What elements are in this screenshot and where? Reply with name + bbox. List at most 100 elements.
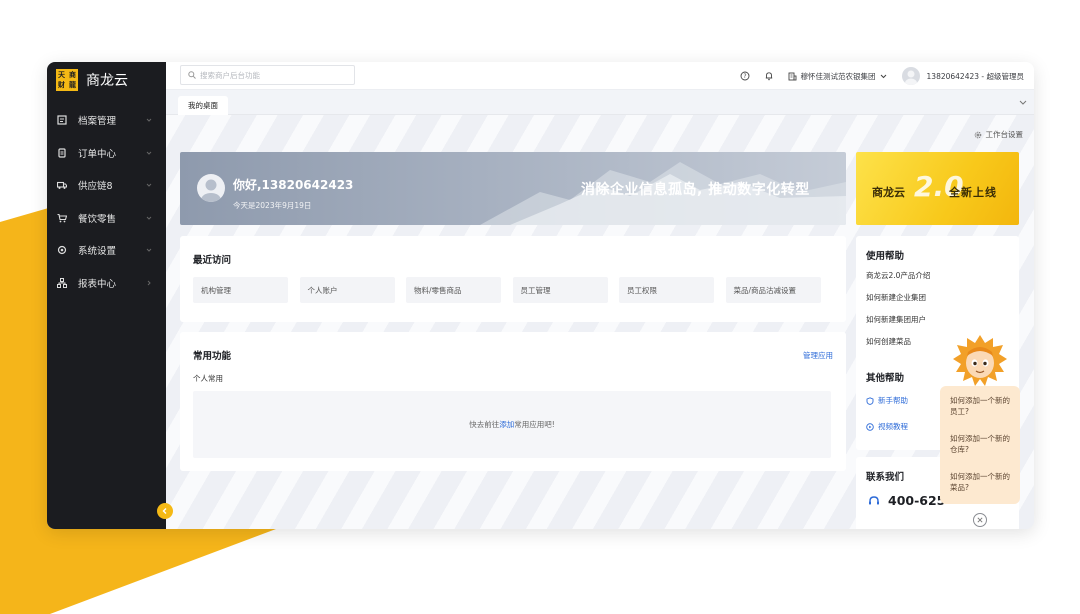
sidebar: 天商财龍 商龙云 档案管理 订单中心 供应链8 餐饮零售 系统设置 报表中心 xyxy=(47,62,166,529)
sidebar-item-label: 订单中心 xyxy=(78,148,117,160)
empty-prefix: 快去前往 xyxy=(469,420,500,429)
tab-bar: 我的桌面 xyxy=(166,90,1034,115)
workspace-settings-button[interactable]: 工作台设置 xyxy=(974,129,1024,140)
search-input[interactable] xyxy=(200,70,340,80)
empty-state: 快去前往 添加 常用应用吧! xyxy=(193,391,831,458)
beginner-help-link[interactable]: 新手帮助 xyxy=(866,395,908,406)
assistant-question[interactable]: 如何添加一个新的员工? xyxy=(950,395,1014,417)
close-icon xyxy=(977,517,983,523)
logo-mark: 天商财龍 xyxy=(56,69,78,91)
sidebar-item-supply-chain[interactable]: 供应链8 xyxy=(47,169,166,202)
gear-icon xyxy=(974,131,981,138)
chevron-down-icon xyxy=(146,248,152,252)
sidebar-item-catering-retail[interactable]: 餐饮零售 xyxy=(47,202,166,235)
assistant-questions: 如何添加一个新的员工? 如何添加一个新的仓库? 如何添加一个新的菜品? xyxy=(940,386,1020,504)
promo-tagline: 全新上线 xyxy=(949,186,997,199)
sidebar-item-label: 报表中心 xyxy=(78,278,117,290)
promo-banner[interactable]: 2.0 商龙云 全新上线 xyxy=(856,152,1019,225)
truck-icon xyxy=(57,180,67,190)
help-title: 使用帮助 xyxy=(866,251,905,262)
help-circle-icon[interactable]: ? xyxy=(740,71,750,81)
greeting-date: 今天是2023年9月19日 xyxy=(233,201,312,210)
app-window: 天商财龍 商龙云 档案管理 订单中心 供应链8 餐饮零售 系统设置 报表中心 搜… xyxy=(47,62,1034,529)
report-icon xyxy=(57,277,67,288)
user-menu[interactable]: 13820642423 - 超级管理员 xyxy=(901,67,1024,85)
sidebar-item-system-settings[interactable]: 系统设置 xyxy=(47,234,166,267)
order-icon xyxy=(57,148,67,158)
welcome-banner: 你好,13820642423 今天是2023年9月19日 消除企业信息孤岛, 推… xyxy=(180,152,846,225)
workspace-settings-label: 工作台设置 xyxy=(985,130,1024,139)
cart-icon xyxy=(57,213,67,223)
phone-number: 400-625 xyxy=(868,493,945,508)
recent-visits-list: 机构管理 个人账户 物料/零售商品 员工管理 员工权限 菜品/商品沽减设置 xyxy=(193,277,832,303)
common-functions-title: 常用功能 xyxy=(193,351,232,362)
contact-title: 联系我们 xyxy=(866,472,905,483)
chevron-down-icon xyxy=(146,118,152,122)
assistant-question[interactable]: 如何添加一个新的仓库? xyxy=(950,433,1014,455)
logo[interactable]: 天商财龍 商龙云 xyxy=(47,62,166,98)
other-help-label: 视频教程 xyxy=(878,422,908,431)
other-help-label: 新手帮助 xyxy=(878,396,908,405)
recent-item[interactable]: 物料/零售商品 xyxy=(406,277,501,303)
common-functions-card: 常用功能 管理应用 个人常用 快去前往 添加 常用应用吧! xyxy=(180,332,846,471)
recent-item[interactable]: 菜品/商品沽减设置 xyxy=(725,277,821,303)
help-link[interactable]: 如何新建集团用户 xyxy=(866,314,930,336)
chevron-left-icon xyxy=(162,508,167,514)
user-label: 13820642423 - 超级管理员 xyxy=(926,71,1024,81)
chevron-down-icon xyxy=(880,74,886,78)
manage-apps-link[interactable]: 管理应用 xyxy=(803,350,833,361)
chevron-right-icon xyxy=(147,280,151,285)
help-list: 商龙云2.0产品介绍 如何新建企业集团 如何新建集团用户 如何创建菜品 xyxy=(866,270,930,358)
svg-text:?: ? xyxy=(743,73,746,80)
chevron-down-icon xyxy=(146,183,152,187)
recent-item[interactable]: 个人账户 xyxy=(299,277,395,303)
help-link[interactable]: 如何创建菜品 xyxy=(866,336,930,358)
recent-item[interactable]: 员工管理 xyxy=(512,277,608,303)
sidebar-item-label: 餐饮零售 xyxy=(78,213,117,225)
settings-icon xyxy=(57,245,67,255)
main-content: 工作台设置 你好,13820642423 今天是2023年9月19日 消除企业信… xyxy=(166,115,1034,529)
sidebar-item-archive[interactable]: 档案管理 xyxy=(47,104,166,137)
sidebar-menu: 档案管理 订单中心 供应链8 餐饮零售 系统设置 报表中心 xyxy=(47,104,166,299)
video-tutorial-link[interactable]: 视频教程 xyxy=(866,421,908,432)
promo-brand: 商龙云 xyxy=(872,186,905,199)
lifebuoy-icon xyxy=(866,396,874,405)
recent-item[interactable]: 员工权限 xyxy=(619,277,714,303)
header-actions: ? 穆怀佳测试范农银集团 13820642423 - 超级管理员 xyxy=(726,62,1024,90)
close-assistant-button[interactable] xyxy=(973,513,987,527)
sidebar-item-orders[interactable]: 订单中心 xyxy=(47,137,166,170)
banner-slogan: 消除企业信息孤岛, 推动数字化转型 xyxy=(581,182,810,198)
assistant-widget: 如何添加一个新的员工? 如何添加一个新的仓库? 如何添加一个新的菜品? xyxy=(940,334,1022,530)
org-switcher[interactable]: 穆怀佳测试范农银集团 xyxy=(788,71,888,82)
recent-item[interactable]: 机构管理 xyxy=(193,277,288,303)
recent-visits-title: 最近访问 xyxy=(193,255,232,266)
brand-name: 商龙云 xyxy=(86,73,128,89)
org-name: 穆怀佳测试范农银集团 xyxy=(800,71,876,81)
chevron-down-icon xyxy=(146,151,152,155)
sidebar-collapse-button[interactable] xyxy=(157,503,173,519)
add-app-link[interactable]: 添加 xyxy=(499,419,514,430)
search-box[interactable] xyxy=(180,65,355,85)
sidebar-item-reports[interactable]: 报表中心 xyxy=(47,267,166,300)
sidebar-item-label: 系统设置 xyxy=(78,246,117,258)
assistant-question[interactable]: 如何添加一个新的菜品? xyxy=(950,471,1014,493)
chevron-down-icon[interactable] xyxy=(1018,99,1028,107)
empty-suffix: 常用应用吧! xyxy=(514,420,555,429)
tab-my-desktop[interactable]: 我的桌面 xyxy=(178,96,228,115)
mascot-lion-icon[interactable] xyxy=(952,334,1008,390)
search-icon xyxy=(188,71,196,79)
avatar xyxy=(197,174,225,202)
headset-icon xyxy=(869,495,879,504)
bell-icon[interactable] xyxy=(764,71,774,81)
personal-common-label: 个人常用 xyxy=(193,374,223,383)
top-header: ? 穆怀佳测试范农银集团 13820642423 - 超级管理员 xyxy=(166,62,1034,90)
help-link[interactable]: 如何新建企业集团 xyxy=(866,292,930,314)
sidebar-item-label: 档案管理 xyxy=(78,116,117,128)
other-help-title: 其他帮助 xyxy=(866,373,905,384)
help-link[interactable]: 商龙云2.0产品介绍 xyxy=(866,270,930,292)
building-icon xyxy=(788,72,796,80)
recent-visits-card: 最近访问 机构管理 个人账户 物料/零售商品 员工管理 员工权限 菜品/商品沽减… xyxy=(180,236,846,322)
avatar xyxy=(901,67,920,85)
chevron-down-icon xyxy=(146,216,152,220)
play-circle-icon xyxy=(866,422,874,431)
